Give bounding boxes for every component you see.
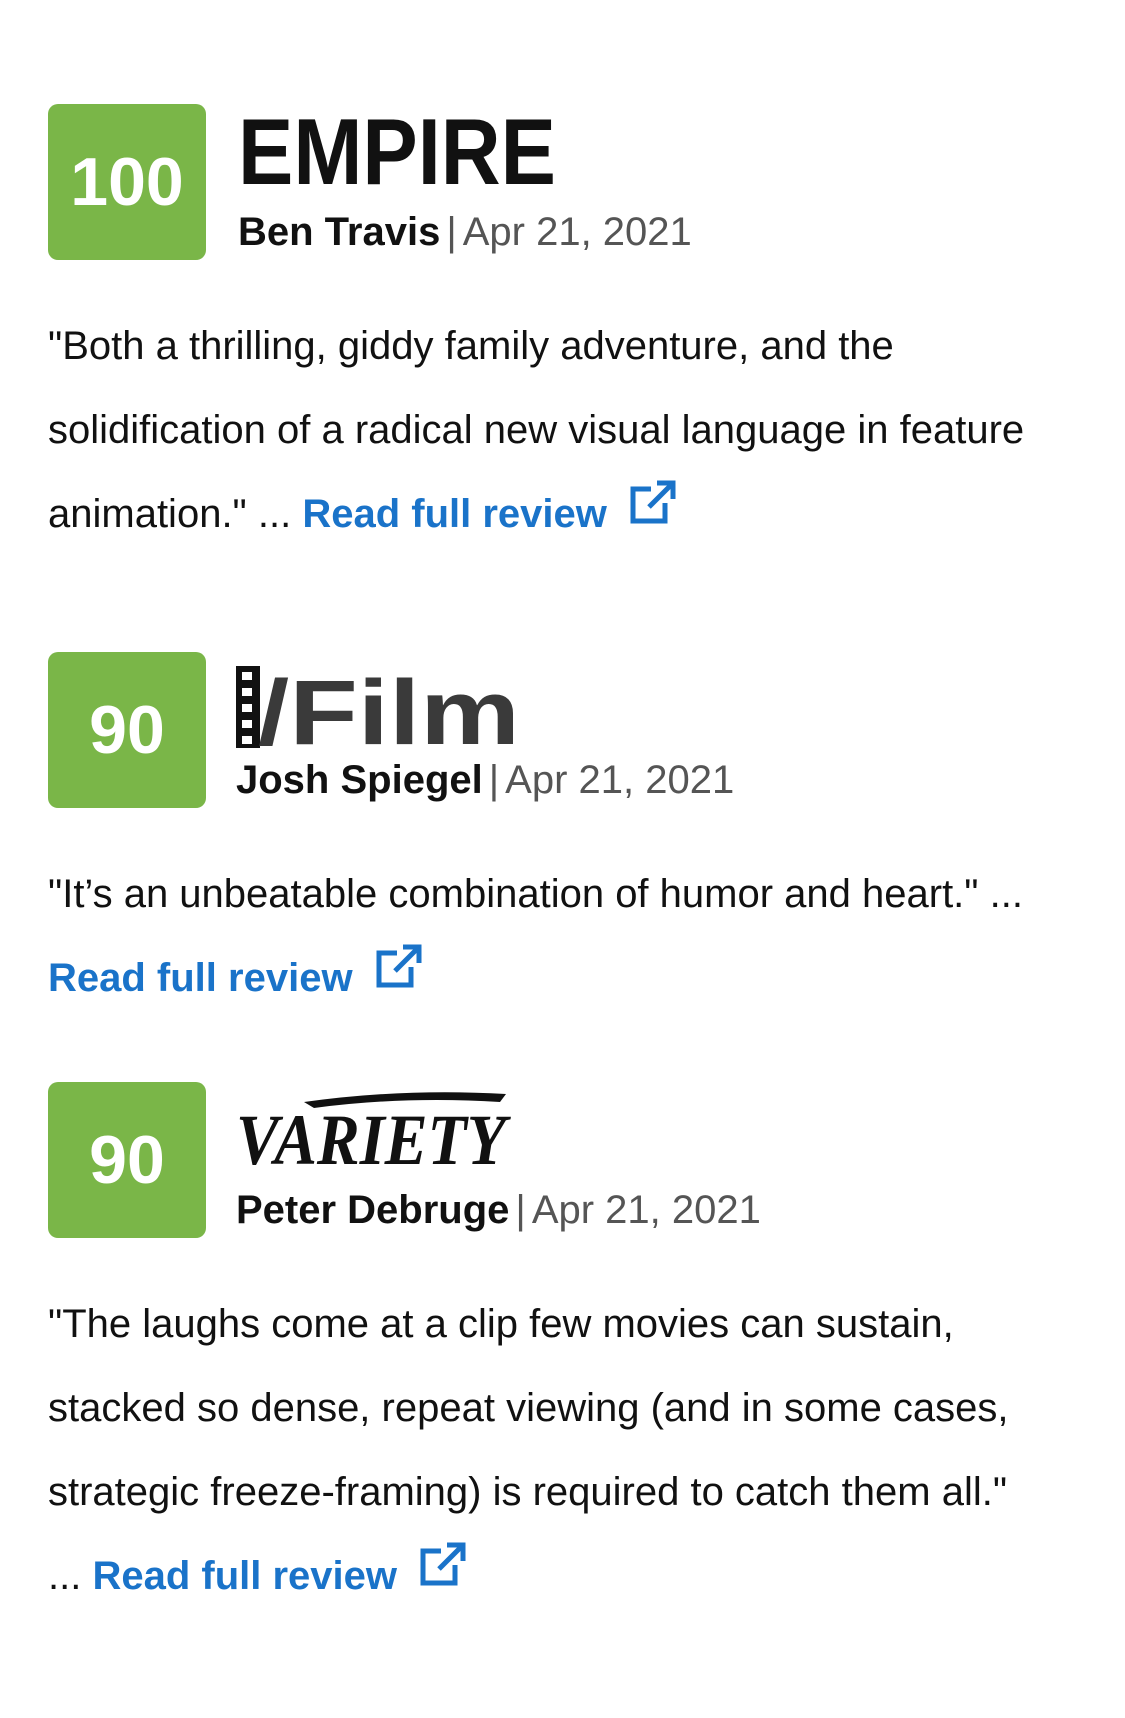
read-full-review-label: Read full review — [48, 956, 353, 1000]
read-full-review-link[interactable]: Read full review — [48, 944, 423, 1000]
external-link-icon — [417, 1532, 467, 1616]
review-quote: "The laughs come at a clip few movies ca… — [48, 1282, 1038, 1620]
read-full-review-label: Read full review — [92, 1554, 398, 1598]
quote-text: "It’s an unbeatable combination of humor… — [48, 872, 1023, 916]
metascore-badge: 90 — [48, 1082, 206, 1238]
byline: Ben Travis | Apr 21, 2021 — [238, 210, 692, 255]
svg-text:EMPIRE: EMPIRE — [238, 110, 556, 194]
byline: Josh Spiegel | Apr 21, 2021 — [236, 758, 734, 803]
metascore-badge: 100 — [48, 104, 206, 260]
external-link-icon — [627, 470, 677, 554]
critic-name[interactable]: Ben Travis — [238, 210, 440, 254]
external-link-icon — [373, 934, 423, 1018]
review-quote: "It’s an unbeatable combination of humor… — [48, 852, 1038, 1022]
review-date: Apr 21, 2021 — [531, 1188, 761, 1232]
byline-separator: | — [446, 210, 457, 254]
byline-separator: | — [515, 1188, 526, 1232]
read-full-review-label: Read full review — [302, 492, 607, 536]
read-full-review-link[interactable]: Read full review — [302, 480, 677, 536]
svg-text:/Film: /Film — [258, 662, 520, 754]
byline-separator: | — [488, 758, 500, 802]
read-full-review-link[interactable]: Read full review — [92, 1542, 467, 1598]
publication-logo-slashfilm: /Film — [236, 658, 526, 764]
critic-name[interactable]: Peter Debruge — [236, 1188, 509, 1232]
byline: Peter Debruge | Apr 21, 2021 — [236, 1188, 761, 1233]
svg-text:VARIETY: VARIETY — [236, 1100, 511, 1168]
publication-logo-variety: VARIETY — [234, 1088, 514, 1180]
critic-name[interactable]: Josh Spiegel — [236, 758, 483, 802]
publication-logo-empire: EMPIRE — [238, 99, 558, 204]
metascore-badge: 90 — [48, 652, 206, 808]
review-date: Apr 21, 2021 — [462, 210, 692, 254]
review-quote: "Both a thrilling, giddy family adventur… — [48, 304, 1038, 558]
review-date: Apr 21, 2021 — [505, 758, 735, 802]
